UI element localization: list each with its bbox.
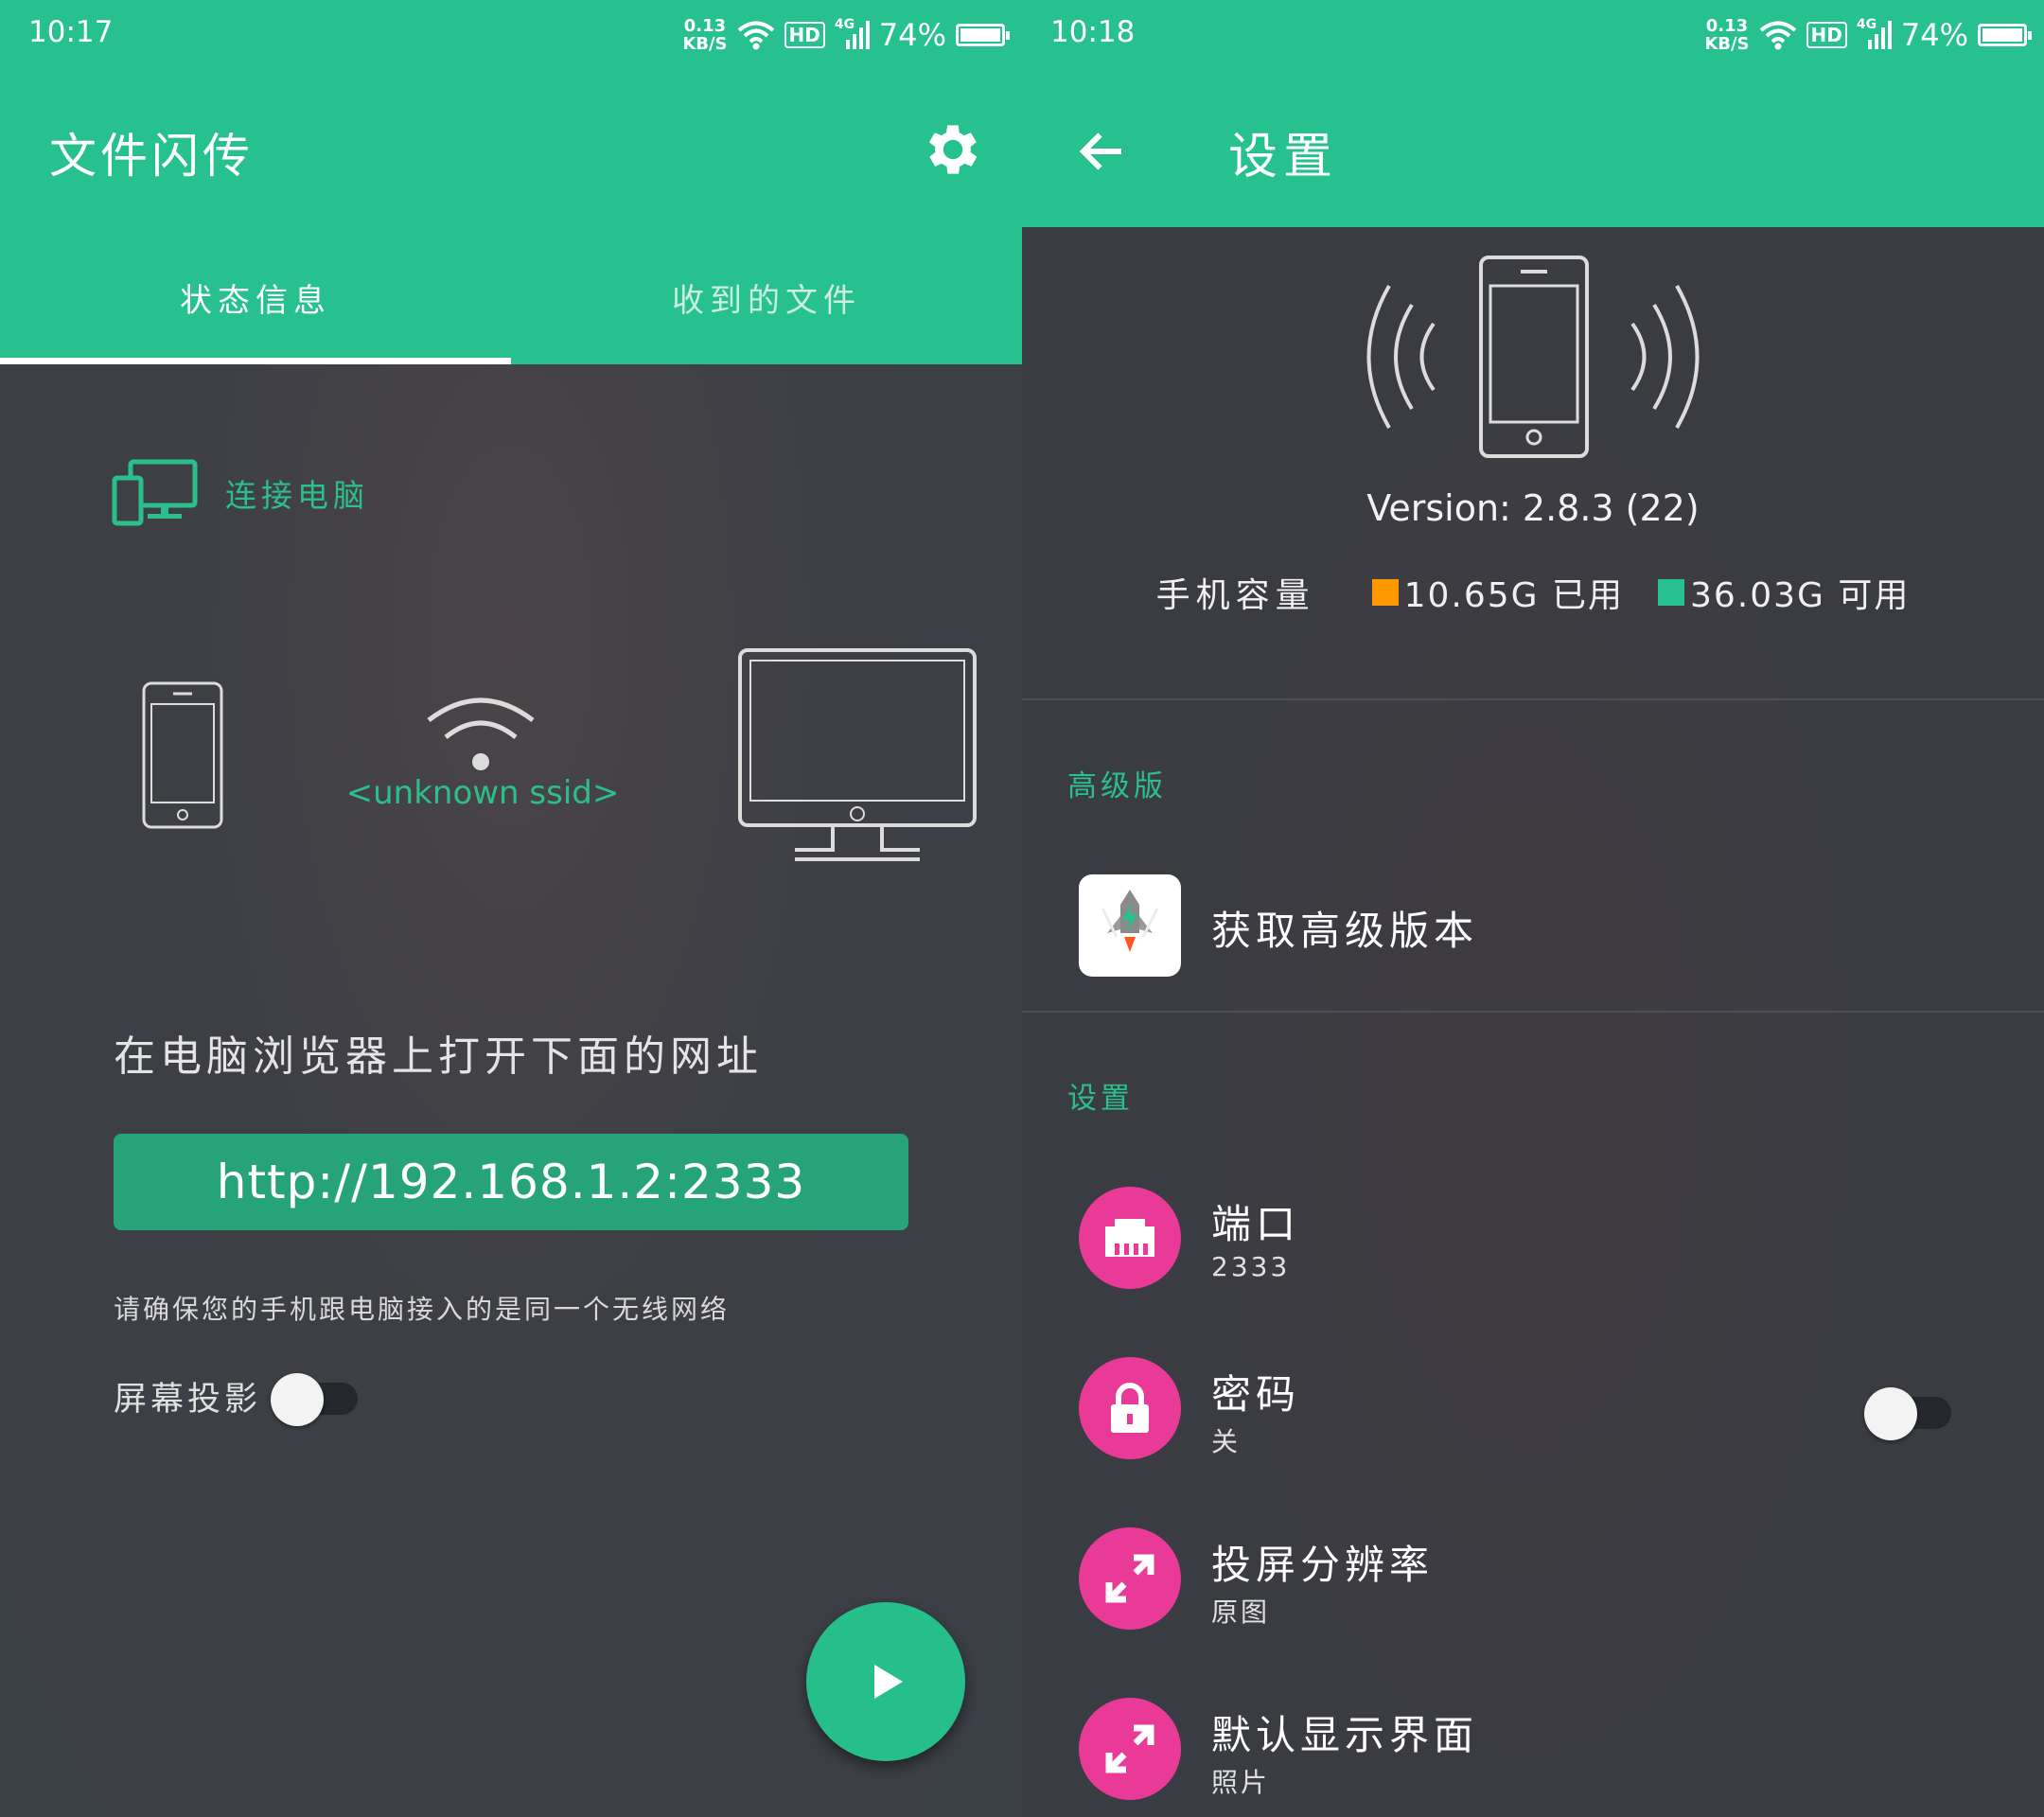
wifi-icon (737, 21, 774, 50)
right-screen: 10:18 0.13 KB/S HD 4G 74% 设置 Version: 2.8… (1022, 0, 2044, 1817)
lock-icon (1079, 1357, 1181, 1459)
expand-arrows-icon (1079, 1527, 1181, 1630)
devices-icon (112, 459, 198, 526)
battery-icon (956, 24, 1010, 46)
connection-diagram (0, 644, 1022, 871)
start-button[interactable] (806, 1602, 965, 1761)
battery-percent-right: 74% (1900, 17, 1968, 53)
status-bar-right: 10:18 0.13 KB/S HD 4G 74% (1022, 0, 2044, 71)
back-arrow-icon[interactable] (1074, 123, 1131, 180)
screen-projection-toggle[interactable] (271, 1372, 361, 1426)
same-network-note: 请确保您的手机跟电脑接入的是同一个无线网络 (114, 1294, 731, 1325)
get-premium-label: 获取高级版本 (1211, 908, 1479, 954)
status-icons: 0.13 KB/S HD 4G 74% (682, 11, 1010, 59)
hd-badge-right: HD (1806, 22, 1847, 48)
connect-computer-row[interactable]: 连接电脑 (112, 459, 369, 527)
battery-percent: 74% (878, 17, 946, 53)
instruction-text: 在电脑浏览器上打开下面的网址 (114, 1032, 763, 1081)
app-title: 文件闪传 (49, 129, 254, 184)
port-value: 2333 (1211, 1251, 1291, 1282)
setting-default-view[interactable]: 默认显示界面 照片 (1022, 1675, 2044, 1817)
app-bar: 文件闪传 (0, 71, 1022, 227)
monitor-icon (738, 648, 977, 861)
section-premium-header: 高级版 (1067, 769, 1167, 803)
free-legend-swatch (1658, 579, 1684, 606)
signal-icon: 4G (835, 17, 870, 49)
network-speed: 0.13 KB/S (682, 16, 728, 54)
tab-status[interactable]: 状态信息 (0, 227, 511, 364)
tab-bar: 状态信息 收到的文件 (0, 227, 1022, 364)
storage-free: 36.03G 可用 (1690, 576, 1911, 615)
ethernet-port-icon (1079, 1187, 1181, 1289)
settings-gear-icon[interactable] (920, 116, 986, 183)
storage-info: 手机容量 10.65G 已用 36.03G 可用 (1022, 568, 2044, 617)
phone-broadcast-illustration (1366, 256, 1700, 458)
settings-app-bar: 设置 (1022, 71, 2044, 227)
storage-used: 10.65G 已用 (1403, 576, 1624, 615)
status-bar: 10:17 0.13 KB/S HD 4G 74% (0, 0, 1022, 71)
divider (1022, 698, 2044, 700)
password-toggle[interactable] (1864, 1387, 1955, 1440)
section-settings-header: 设置 (1067, 1082, 1134, 1116)
battery-icon (1978, 24, 2032, 46)
play-icon (874, 1665, 903, 1699)
status-time: 10:17 (28, 15, 114, 49)
default-view-title: 默认显示界面 (1211, 1712, 1479, 1758)
port-title: 端口 (1211, 1201, 1301, 1247)
hd-badge: HD (784, 22, 825, 48)
network-speed-right: 0.13 KB/S (1704, 16, 1750, 54)
setting-port[interactable]: 端口 2333 (1022, 1164, 2044, 1315)
rocket-icon (1079, 874, 1181, 977)
connect-computer-label: 连接电脑 (225, 477, 369, 514)
ssid-label: <unknown ssid> (345, 774, 620, 812)
projection-resolution-value: 原图 (1211, 1596, 1271, 1628)
signal-icon: 4G (1857, 17, 1892, 49)
settings-title: 设置 (1228, 129, 1339, 185)
expand-arrows-icon (1079, 1698, 1181, 1800)
screen-projection-row: 屏幕投影 (114, 1372, 361, 1426)
default-view-value: 照片 (1211, 1767, 1271, 1798)
wifi-icon (1759, 21, 1796, 50)
password-title: 密码 (1211, 1371, 1301, 1418)
wifi-signal-icon (427, 697, 535, 770)
tab-received-files[interactable]: 收到的文件 (511, 227, 1022, 364)
get-premium-item[interactable]: 获取高级版本 (1022, 850, 2044, 1001)
status-time-right: 10:18 (1050, 15, 1136, 49)
left-screen: 10:17 0.13 KB/S HD 4G 74% 文件闪传 状态信息 收到的文件… (0, 0, 1022, 1817)
phone-icon (142, 681, 223, 829)
storage-label: 手机容量 (1155, 576, 1315, 615)
password-status: 关 (1211, 1426, 1242, 1457)
divider (1022, 1011, 2044, 1013)
server-url-button[interactable]: http://192.168.1.2:2333 (114, 1134, 908, 1230)
status-icons-right: 0.13 KB/S HD 4G 74% (1704, 11, 2032, 59)
setting-password[interactable]: 密码 关 (1022, 1334, 2044, 1486)
setting-projection-resolution[interactable]: 投屏分辨率 原图 (1022, 1505, 2044, 1656)
version-text: Version: 2.8.3 (22) (1366, 487, 1700, 529)
projection-resolution-title: 投屏分辨率 (1211, 1542, 1435, 1588)
used-legend-swatch (1371, 579, 1399, 606)
screen-projection-label: 屏幕投影 (114, 1381, 262, 1419)
